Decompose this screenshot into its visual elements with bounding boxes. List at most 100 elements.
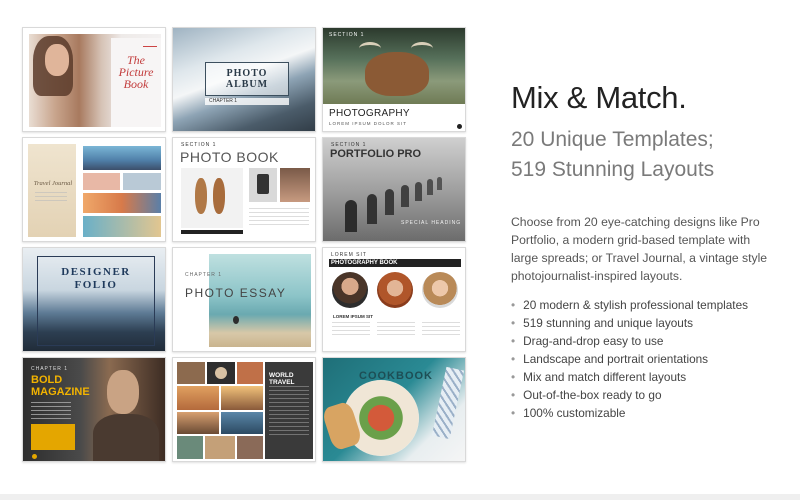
- feature-item: Drag-and-drop easy to use: [511, 332, 748, 350]
- description: Choose from 20 eye-catching designs like…: [511, 215, 768, 283]
- photo-album-title: PHOTO ALBUM: [225, 68, 269, 90]
- portfolio-pro-post-3: [385, 189, 394, 215]
- picture-book-face: [45, 44, 69, 76]
- template-photo-essay[interactable]: CHAPTER 1 PHOTO ESSAY: [172, 247, 316, 352]
- photo-book-text-lines: [249, 208, 309, 228]
- photo-book-portrait-photo: [280, 168, 310, 202]
- portfolio-pro-post-6: [427, 179, 433, 195]
- bold-magazine-face: [107, 370, 139, 414]
- feature-item: 519 stunning and unique layouts: [511, 314, 748, 332]
- picture-book-title-line3: Book: [123, 77, 149, 91]
- template-photography[interactable]: SECTION 1 PHOTOGRAPHY LOREM IPSUM DOLOR …: [322, 27, 466, 132]
- photography-section: SECTION 1: [329, 32, 365, 38]
- photography-book-portrait-2: [377, 272, 413, 308]
- world-travel-text-lines: [269, 386, 309, 436]
- photography-book-text-col-1: [332, 322, 370, 338]
- world-travel-title: WORLD TRAVEL: [269, 372, 295, 386]
- travel-journal-truck-photo: [83, 146, 161, 170]
- travel-journal-title: Travel Journal: [33, 180, 73, 187]
- travel-journal-photo-row1b: [123, 173, 161, 190]
- photo-book-shoe-left: [195, 178, 207, 214]
- designer-folio-title-line1: DESIGNER: [61, 266, 131, 278]
- photography-book-title: PHOTOGRAPHY BOOK: [331, 260, 398, 266]
- bottom-divider: [0, 494, 800, 500]
- template-photo-album[interactable]: PHOTO ALBUM CHAPTER 1: [172, 27, 316, 132]
- photo-book-caption-bar: [181, 230, 243, 234]
- photography-book-text-col-3: [422, 322, 460, 338]
- photography-title: PHOTOGRAPHY: [329, 108, 410, 119]
- bold-magazine-text-lines: [31, 402, 71, 420]
- bold-magazine-chapter: CHAPTER 1: [31, 366, 69, 372]
- bold-magazine-title: BOLD MAGAZINE: [31, 374, 90, 398]
- portfolio-pro-post-2: [367, 194, 377, 224]
- world-travel-photo-9: [205, 436, 235, 459]
- portfolio-pro-post-5: [415, 182, 422, 201]
- photo-book-shoe-right: [213, 178, 225, 214]
- feature-list: 20 modern & stylish professional templat…: [511, 296, 748, 422]
- portfolio-pro-caption: SPECIAL HEADING: [401, 220, 462, 226]
- photography-book-label: LOREM IPSUM SIT: [333, 314, 374, 319]
- photo-book-title: PHOTO BOOK: [180, 149, 279, 165]
- photo-essay-chapter: CHAPTER 1: [185, 272, 223, 278]
- picture-book-title-rule: [143, 46, 157, 47]
- photography-book-portrait-3: [422, 272, 458, 308]
- bold-magazine-title-line1: BOLD: [31, 374, 63, 386]
- photo-book-section: SECTION 1: [181, 142, 217, 148]
- world-travel-photo-10: [237, 436, 263, 459]
- travel-journal-text-lines: [35, 192, 67, 204]
- photography-subtitle: LOREM IPSUM DOLOR SIT: [329, 121, 408, 126]
- photography-book-header-small: LOREM SIT: [331, 252, 367, 258]
- world-travel-photo-8: [177, 436, 203, 459]
- bold-magazine-fur: [93, 414, 159, 461]
- headline: Mix & Match.: [511, 80, 687, 115]
- world-travel-photo-7: [221, 412, 263, 434]
- template-designer-folio[interactable]: DESIGNER FOLIO: [22, 247, 166, 352]
- photography-page-dot: [457, 124, 462, 129]
- world-travel-photo-1: [177, 362, 205, 384]
- portfolio-pro-post-1: [345, 200, 357, 232]
- photo-essay-title: PHOTO ESSAY: [185, 286, 287, 300]
- travel-journal-photo-row3: [83, 216, 161, 237]
- designer-folio-title: DESIGNER FOLIO: [37, 266, 155, 292]
- template-travel-journal[interactable]: Travel Journal: [22, 137, 166, 242]
- cookbook-title: COOKBOOK: [359, 370, 433, 382]
- photography-yak: [365, 52, 429, 96]
- portfolio-pro-post-4: [401, 185, 409, 207]
- photo-essay-figure: [233, 316, 239, 324]
- world-travel-cup: [215, 367, 227, 379]
- travel-journal-paper: [28, 144, 76, 237]
- feature-item: 100% customizable: [511, 404, 748, 422]
- photo-book-shoes-photo: [181, 168, 243, 228]
- bold-magazine-page-dot: [32, 454, 37, 459]
- photography-horn-left: [359, 42, 381, 55]
- subheadline-line1: 20 Unique Templates;: [511, 128, 714, 151]
- world-travel-photo-3: [237, 362, 263, 384]
- portfolio-pro-title: PORTFOLIO PRO: [330, 148, 422, 160]
- bold-magazine-title-line2: MAGAZINE: [31, 386, 90, 398]
- photography-horn-right: [411, 42, 433, 55]
- template-photography-book[interactable]: LOREM SIT PHOTOGRAPHY BOOK LOREM IPSUM S…: [322, 247, 466, 352]
- feature-item: Mix and match different layouts: [511, 368, 748, 386]
- template-world-travel[interactable]: WORLD TRAVEL: [172, 357, 316, 462]
- world-travel-photo-6: [177, 412, 219, 434]
- picture-book-title: The Picture Book: [111, 54, 161, 90]
- subheadline-line2: 519 Stunning Layouts: [511, 158, 715, 181]
- template-bold-magazine[interactable]: CHAPTER 1 BOLD MAGAZINE: [22, 357, 166, 462]
- photo-essay-photo: [209, 254, 311, 347]
- photo-book-phone: [257, 174, 269, 194]
- template-picture-book[interactable]: The Picture Book: [22, 27, 166, 132]
- photography-book-portrait-1: [332, 272, 368, 308]
- template-cookbook[interactable]: COOKBOOK: [322, 357, 466, 462]
- designer-folio-title-line2: FOLIO: [74, 279, 118, 291]
- feature-item: 20 modern & stylish professional templat…: [511, 296, 748, 314]
- photography-book-text-col-2: [377, 322, 415, 338]
- travel-journal-photo-row1a: [83, 173, 120, 190]
- photo-album-chapter: CHAPTER 1: [209, 98, 238, 104]
- feature-item: Out-of-the-box ready to go: [511, 386, 748, 404]
- template-portfolio-pro[interactable]: SECTION 1 PORTFOLIO PRO SPECIAL HEADING: [322, 137, 466, 242]
- feature-item: Landscape and portrait orientations: [511, 350, 748, 368]
- template-photo-book[interactable]: SECTION 1 PHOTO BOOK: [172, 137, 316, 242]
- portfolio-pro-post-7: [437, 177, 442, 190]
- world-travel-photo-4: [177, 386, 219, 410]
- bold-magazine-yellow-block: [31, 424, 75, 450]
